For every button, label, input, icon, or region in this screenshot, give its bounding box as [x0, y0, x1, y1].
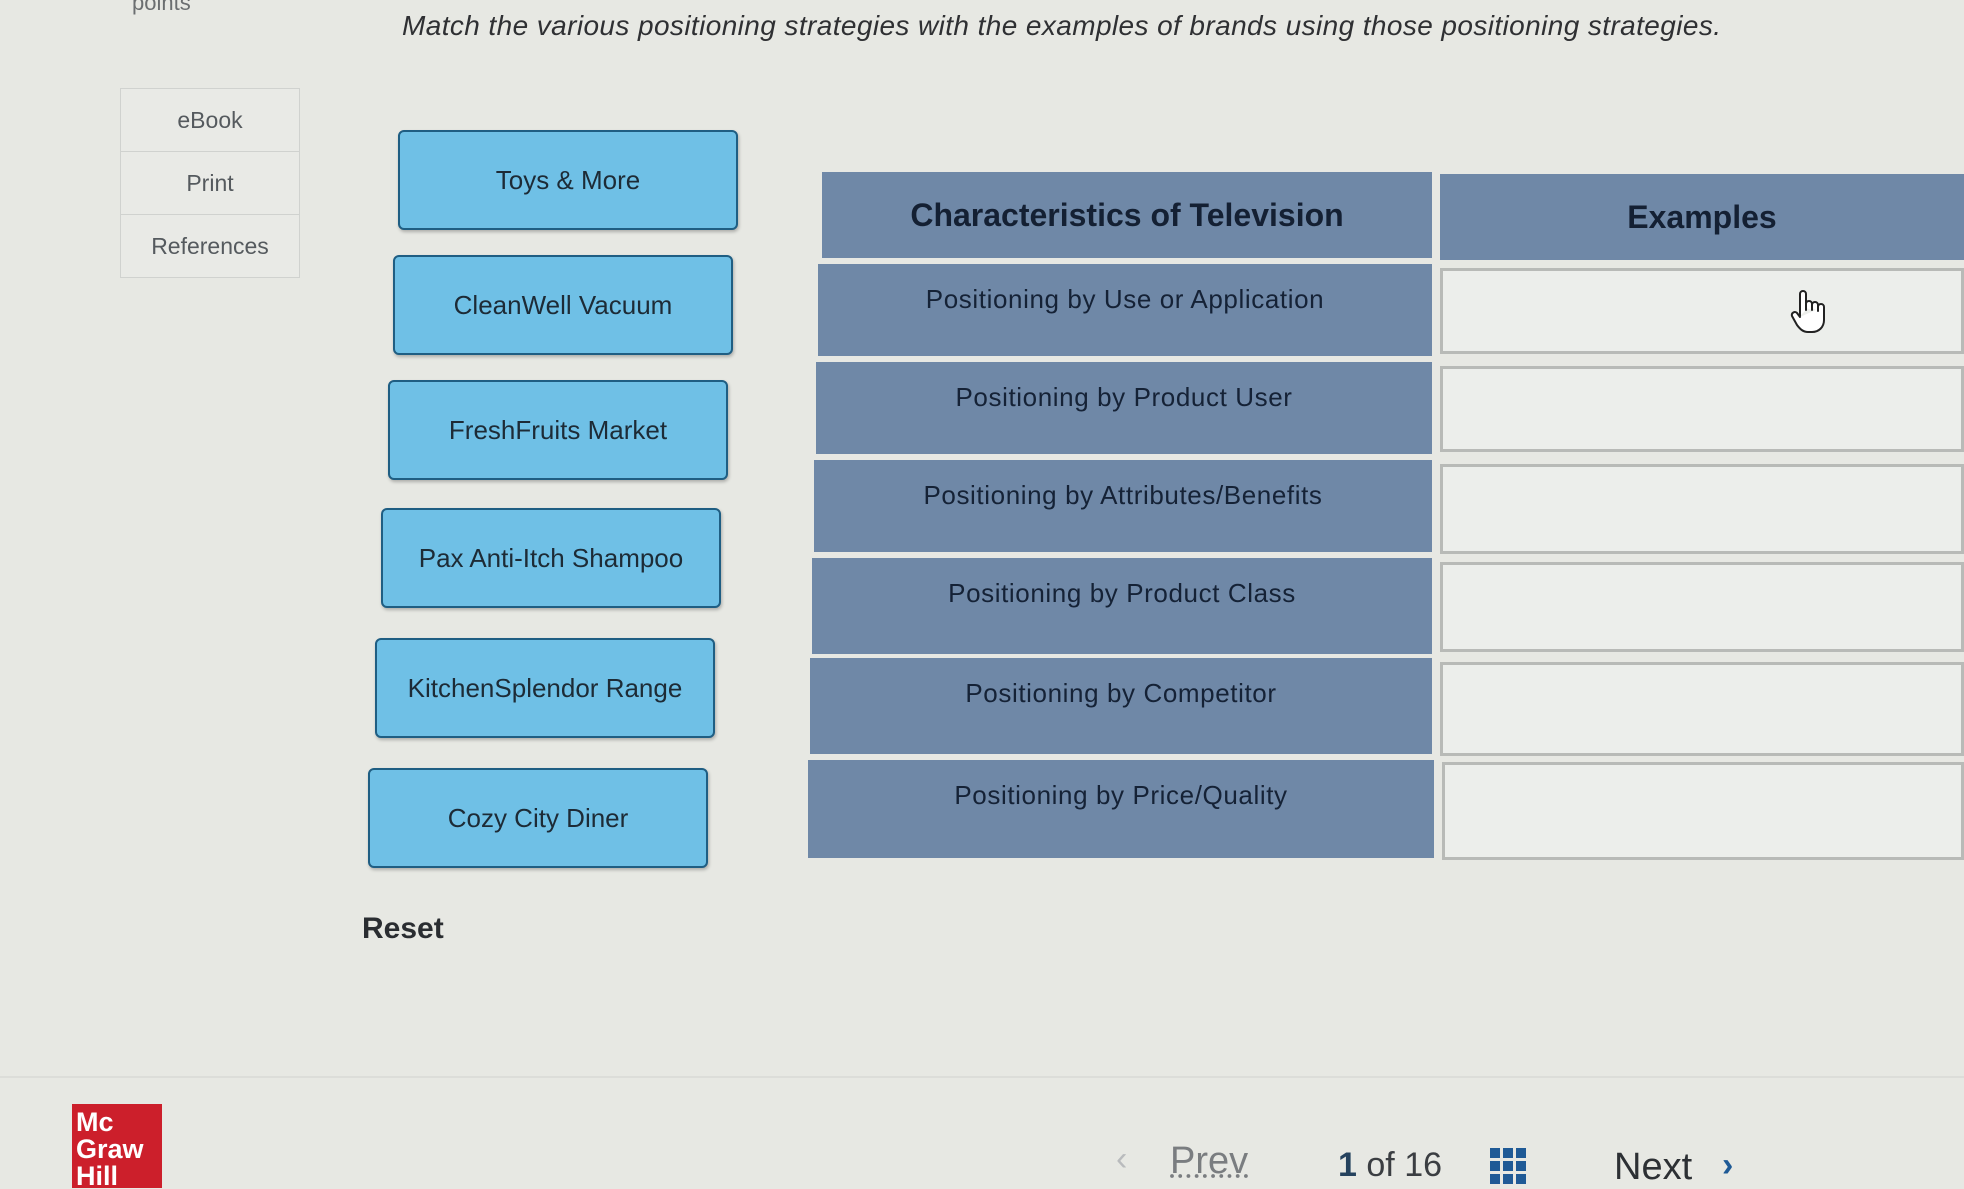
print-button[interactable]: Print [120, 151, 300, 214]
points-label: points [132, 0, 191, 15]
side-tools: eBook Print References [120, 88, 300, 278]
ebook-button[interactable]: eBook [120, 88, 300, 151]
draggable-cleanwell-vacuum[interactable]: CleanWell Vacuum [393, 255, 733, 355]
row-label-product-class: Positioning by Product Class [812, 558, 1432, 654]
next-button[interactable]: Next [1614, 1146, 1692, 1189]
drop-zone-competitor[interactable] [1440, 662, 1964, 756]
draggable-toys-and-more[interactable]: Toys & More [398, 130, 738, 230]
row-label-competitor: Positioning by Competitor [810, 658, 1432, 754]
of-label: of [1366, 1146, 1395, 1184]
page-indicator[interactable]: 1 of 16 [1338, 1146, 1442, 1185]
row-label-price-quality: Positioning by Price/Quality [808, 760, 1434, 858]
drop-zone-use-application[interactable] [1440, 268, 1964, 354]
mcgraw-hill-logo: Mc Graw Hill [72, 1104, 162, 1188]
drop-zone-product-user[interactable] [1440, 366, 1964, 452]
references-button[interactable]: References [120, 214, 300, 278]
row-label-use-application: Positioning by Use or Application [818, 264, 1432, 356]
drop-zone-price-quality[interactable] [1442, 762, 1964, 860]
total-pages: 16 [1404, 1146, 1443, 1184]
grid-icon[interactable] [1488, 1146, 1528, 1186]
draggable-pax-anti-itch-shampoo[interactable]: Pax Anti-Itch Shampoo [381, 508, 721, 608]
drop-zone-product-class[interactable] [1440, 562, 1964, 652]
draggable-kitchensplendor-range[interactable]: KitchenSplendor Range [375, 638, 715, 738]
prev-button[interactable]: Prev [1170, 1140, 1248, 1183]
draggable-freshfruits-market[interactable]: FreshFruits Market [388, 380, 728, 480]
row-label-product-user: Positioning by Product User [816, 362, 1432, 454]
hand-pointer-icon [1790, 290, 1825, 333]
chevron-right-icon[interactable]: › [1722, 1146, 1733, 1185]
draggable-cozy-city-diner[interactable]: Cozy City Diner [368, 768, 708, 868]
drop-zone-attributes-benefits[interactable] [1440, 464, 1964, 554]
instructions-text: Match the various positioning strategies… [402, 10, 1722, 41]
footer-divider [0, 1076, 1964, 1078]
chevron-left-icon: ‹ [1116, 1140, 1128, 1178]
reset-button[interactable]: Reset [362, 912, 444, 946]
examples-header: Examples [1440, 174, 1964, 260]
current-page: 1 [1338, 1146, 1357, 1184]
row-label-attributes-benefits: Positioning by Attributes/Benefits [814, 460, 1432, 552]
characteristics-header: Characteristics of Television [822, 172, 1432, 258]
